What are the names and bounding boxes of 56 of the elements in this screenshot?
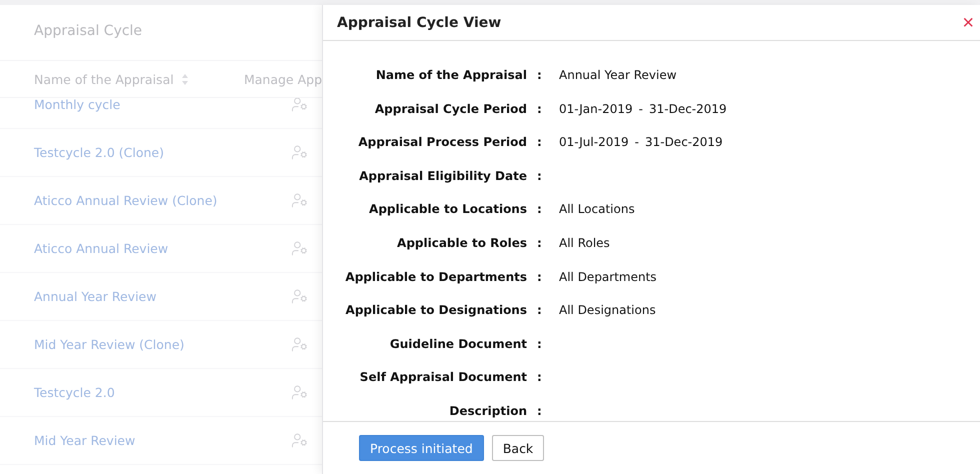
field-value: Annual Year Review bbox=[559, 68, 677, 82]
field-value: All Locations bbox=[559, 202, 635, 216]
range-separator: - bbox=[638, 102, 643, 116]
appraisal-link[interactable]: Monthly cycle bbox=[34, 98, 120, 112]
field-separator: : bbox=[537, 270, 543, 284]
back-button[interactable]: Back bbox=[492, 435, 544, 461]
field-separator: : bbox=[537, 236, 543, 250]
user-gear-icon[interactable] bbox=[291, 336, 308, 353]
sort-icon[interactable] bbox=[182, 74, 188, 84]
field-value: All Roles bbox=[559, 236, 610, 250]
field-separator: : bbox=[537, 102, 543, 116]
field-label: Name of the Appraisal bbox=[374, 68, 527, 82]
field-separator: : bbox=[537, 336, 543, 351]
column-header: Manage App bbox=[244, 72, 322, 86]
user-gear-icon[interactable] bbox=[291, 98, 308, 113]
dialog-title: Appraisal Cycle View bbox=[337, 14, 502, 30]
field-label: Applicable to Roles bbox=[396, 236, 527, 250]
field-value: 31-Dec-2019 bbox=[644, 135, 723, 150]
field-value: 01-Jul-2019 bbox=[559, 135, 629, 150]
field-separator: : bbox=[537, 202, 543, 216]
field-value: All Designations bbox=[559, 303, 656, 318]
field-separator: : bbox=[537, 404, 543, 418]
field-label: Description bbox=[448, 404, 527, 418]
close-button[interactable]: × bbox=[962, 12, 974, 32]
user-gear-icon[interactable] bbox=[291, 288, 308, 305]
user-gear-icon[interactable] bbox=[291, 192, 308, 209]
field-value: All Departments bbox=[559, 270, 657, 284]
field-label: Guideline Document bbox=[388, 336, 527, 351]
range-separator: - bbox=[634, 135, 639, 150]
appraisal-link[interactable]: Mid Year Review bbox=[34, 433, 136, 448]
field-separator: : bbox=[537, 135, 543, 150]
field-separator: : bbox=[537, 68, 543, 82]
appraisal-link[interactable]: Aticco Annual Review bbox=[34, 241, 168, 256]
field-separator: : bbox=[537, 370, 543, 384]
field-label: Appraisal Process Period bbox=[357, 135, 527, 150]
user-gear-icon[interactable] bbox=[291, 384, 308, 401]
appraisal-link[interactable]: Mid Year Review (Clone) bbox=[34, 337, 184, 352]
appraisal-link[interactable]: Testcycle 2.0 bbox=[34, 385, 115, 400]
field-label: Self Appraisal Document bbox=[358, 370, 527, 384]
appraisal-link[interactable]: Annual Year Review bbox=[34, 289, 156, 304]
field-value: 01-Jan-2019 bbox=[559, 102, 633, 116]
process-initiated-button[interactable]: Process initiated bbox=[359, 435, 484, 461]
field-separator: : bbox=[537, 303, 543, 318]
field-label: Appraisal Cycle Period bbox=[374, 102, 527, 116]
user-gear-icon[interactable] bbox=[291, 432, 308, 449]
column-header[interactable]: Name of the Appraisal bbox=[34, 72, 174, 86]
field-separator: : bbox=[537, 168, 543, 183]
field-label: Appraisal Eligibility Date bbox=[358, 168, 527, 183]
field-label: Applicable to Designations bbox=[344, 303, 527, 318]
user-gear-icon[interactable] bbox=[291, 144, 308, 161]
user-gear-icon[interactable] bbox=[291, 240, 308, 257]
appraisal-link[interactable]: Testcycle 2.0 (Clone) bbox=[34, 145, 164, 160]
appraisal-link[interactable]: Aticco Annual Review (Clone) bbox=[34, 193, 218, 208]
field-value: 31-Dec-2019 bbox=[648, 102, 727, 116]
field-label: Applicable to Departments bbox=[344, 270, 527, 284]
field-label: Applicable to Locations bbox=[368, 202, 527, 216]
